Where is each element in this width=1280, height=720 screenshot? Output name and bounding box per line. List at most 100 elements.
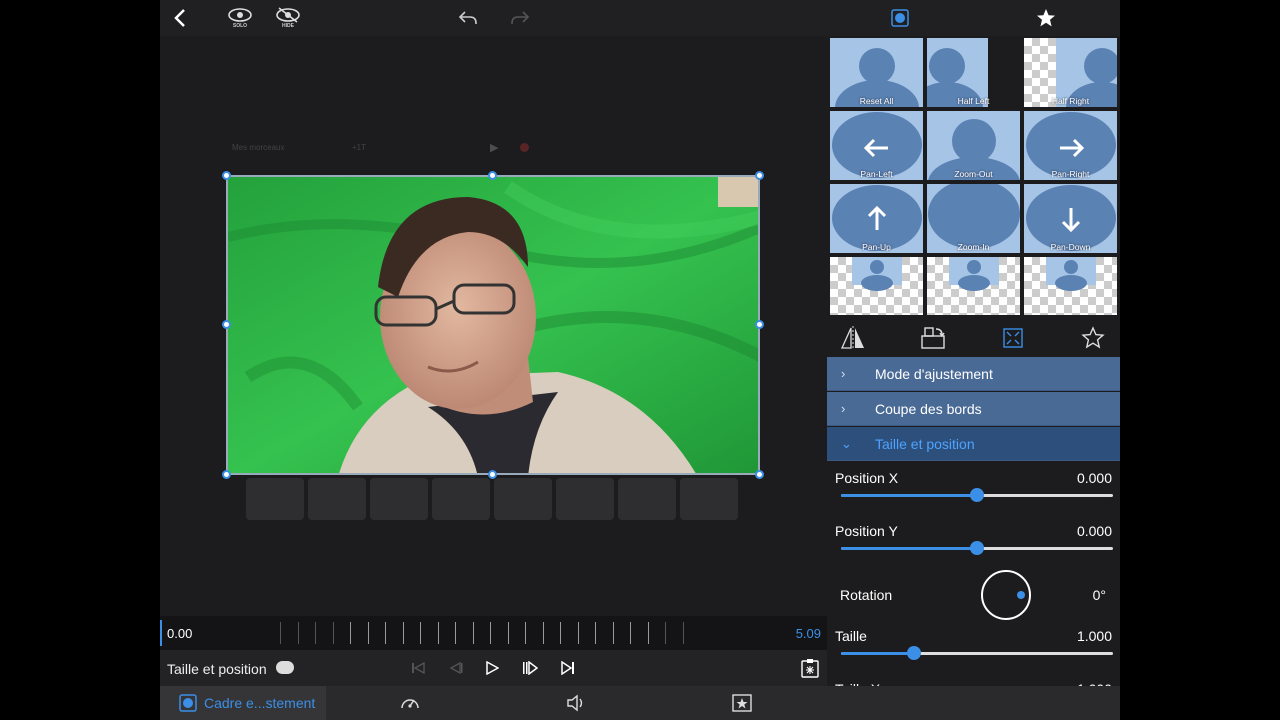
ghost-play-icon: ▶ (490, 142, 499, 154)
scrubber-tick (367, 622, 369, 644)
position-y-slider[interactable] (841, 541, 1113, 555)
scrubber-tick (630, 622, 631, 644)
scrubber-tick (682, 622, 684, 644)
resize-handle-bottom[interactable] (488, 470, 497, 479)
hide-button[interactable]: HIDE (274, 3, 302, 33)
undo-button[interactable] (456, 3, 480, 33)
ghost-key (308, 478, 366, 520)
solo-button[interactable]: SOLO (226, 3, 254, 33)
video-preview[interactable]: Mes morceaux +1T ▶ (160, 36, 827, 616)
transform-button[interactable] (999, 324, 1027, 352)
back-button[interactable] (168, 3, 192, 33)
section-mode-d-ajustement[interactable]: › Mode d'ajustement (827, 357, 1120, 391)
preset-pan-up[interactable]: Pan-Up (830, 184, 923, 253)
scrubber-tick (647, 622, 649, 644)
ghost-title: Mes morceaux (232, 143, 285, 152)
crop-rotate-button[interactable] (919, 324, 947, 352)
eye-icon (228, 8, 252, 22)
chevron-down-icon: ⌄ (841, 436, 852, 451)
scrubber-tick (420, 622, 421, 644)
skip-end-icon (561, 661, 574, 675)
resize-handle-top[interactable] (488, 171, 497, 180)
timeline-scrubber[interactable]: 0.00 5.09 (160, 616, 827, 650)
ghost-key (680, 478, 738, 520)
preset-half-left[interactable]: Half Left (927, 38, 1020, 107)
next-keyframe-button[interactable] (520, 658, 540, 678)
go-to-start-button[interactable] (408, 658, 428, 678)
preset-thumbnail-11[interactable] (1024, 257, 1117, 315)
scrubber-tick (665, 622, 666, 644)
resize-handle-right[interactable] (755, 320, 764, 329)
previous-keyframe-button[interactable] (446, 658, 466, 678)
scrubber-tick (490, 622, 491, 644)
tab-frame-adjustment[interactable]: Cadre e...stement (160, 686, 326, 720)
preset-thumbnail-10[interactable] (927, 257, 1020, 315)
video-clip-frame[interactable] (226, 175, 760, 475)
ghost-key (432, 478, 490, 520)
resize-handle-top-left[interactable] (222, 171, 231, 180)
resize-handle-top-right[interactable] (755, 171, 764, 180)
rotation-dial[interactable] (981, 570, 1031, 620)
eye-slash-icon (276, 7, 300, 23)
position-x-slider[interactable] (841, 488, 1113, 502)
preset-reset-all[interactable]: Reset All (830, 38, 923, 107)
flip-button[interactable] (839, 324, 867, 352)
volume-tab-icon[interactable] (566, 693, 586, 713)
scrubber-tick (472, 622, 474, 644)
rotation-label: Rotation (840, 587, 893, 603)
transport-bar: Taille et position (160, 650, 827, 686)
scrubber-tick (560, 622, 561, 644)
solo-label: SOLO (232, 23, 248, 29)
preset-zoom-out[interactable]: Zoom-Out (927, 111, 1020, 180)
taille-slider[interactable] (841, 646, 1113, 660)
position-y-value: 0.000 (1076, 523, 1112, 539)
preset-pan-down[interactable]: Pan-Down (1024, 184, 1117, 253)
playhead[interactable] (160, 620, 162, 646)
tool-row (827, 320, 1120, 356)
taille-value: 1.000 (1076, 628, 1112, 644)
scrubber-tick (595, 622, 596, 644)
end-time: 5.09 (795, 626, 821, 641)
scrubber-tick (455, 622, 456, 644)
section-taille-et-position[interactable]: ⌄ Taille et position (827, 427, 1120, 461)
frame-adjust-button[interactable] (888, 3, 912, 33)
preset-pan-right[interactable]: Pan-Right (1024, 111, 1117, 180)
preset-thumbnail-9[interactable] (830, 257, 923, 315)
transform-icon (1003, 328, 1023, 348)
preset-caption: Half Left (957, 96, 990, 106)
resize-handle-bottom-right[interactable] (755, 470, 764, 479)
redo-button[interactable] (508, 3, 532, 33)
effects-tab-icon[interactable] (732, 693, 752, 713)
preset-zoom-in[interactable]: Zoom-In (927, 184, 1020, 253)
favorites-button[interactable] (1034, 3, 1058, 33)
previous-frame-icon (449, 662, 463, 674)
preset-pan-left[interactable]: Pan-Left (830, 111, 923, 180)
resize-handle-bottom-left[interactable] (222, 470, 231, 479)
slider-knob[interactable] (907, 646, 922, 660)
ghost-key (370, 478, 428, 520)
keyframe-toggle-icon[interactable] (276, 661, 294, 674)
ghost-keyboard (246, 478, 738, 520)
play-button[interactable] (482, 658, 502, 678)
slider-knob[interactable] (970, 488, 984, 502)
section-label: Coupe des bords (875, 401, 982, 417)
favorite-button[interactable] (1079, 324, 1107, 352)
position-x-label: Position X (835, 470, 899, 486)
go-to-end-button[interactable] (558, 658, 578, 678)
section-coupe-des-bords[interactable]: › Coupe des bords (827, 392, 1120, 426)
resize-handle-left[interactable] (222, 320, 231, 329)
slider-knob[interactable] (970, 541, 984, 555)
scrubber-tick (297, 622, 299, 644)
clipboard-icon (801, 659, 819, 678)
rotation-dial-indicator (1017, 591, 1025, 599)
preset-half-right[interactable]: Half Right (1024, 38, 1117, 107)
skip-start-icon (412, 662, 425, 674)
paste-button[interactable] (800, 658, 820, 678)
position-x-value: 0.000 (1076, 470, 1112, 486)
scrubber-tick (437, 622, 439, 644)
speed-tab-icon[interactable] (400, 693, 420, 713)
scrubber-tick (542, 622, 544, 644)
frame-adjust-tab-icon (178, 693, 198, 713)
preset-grid: Reset All Half Left Half Right Pan-Left Zoom… (830, 38, 1117, 318)
slider-fill (841, 652, 915, 655)
